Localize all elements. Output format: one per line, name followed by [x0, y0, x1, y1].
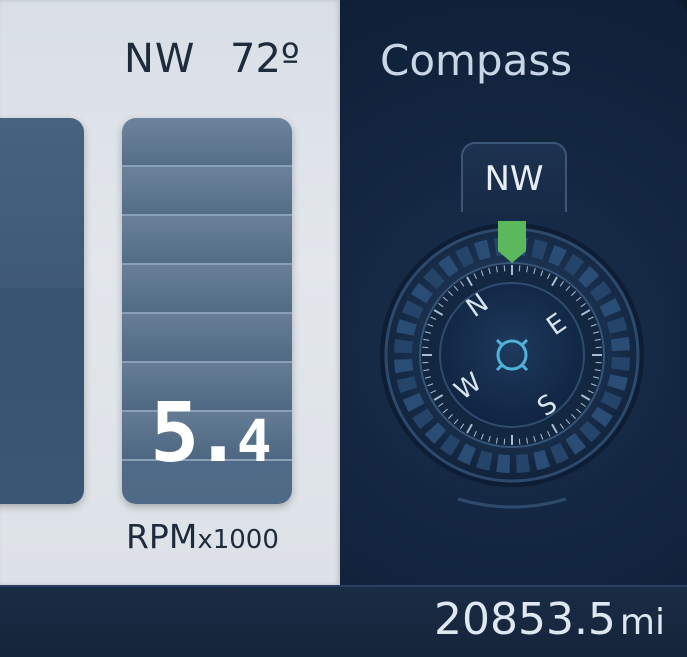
compass-tick — [422, 346, 429, 349]
rpm-value: 5.4 — [150, 393, 272, 475]
dashboard-frame: NW 72º 5.4 RPMx1000 Compass NW N E S W 2… — [0, 0, 687, 657]
heading-display: NW — [461, 142, 567, 212]
level-gauge-fill — [0, 288, 84, 504]
compass-base-arc — [457, 497, 567, 509]
compass-title: Compass — [380, 36, 573, 85]
compass-segment — [611, 356, 630, 371]
header-temperature: 72º — [230, 36, 300, 82]
compass-dial: N E S W — [380, 221, 644, 509]
compass-tick — [503, 265, 506, 272]
compass-tick — [422, 361, 429, 364]
rpm-segment — [122, 314, 292, 363]
compass-center — [439, 282, 585, 428]
odometer: 20853.5 mi — [434, 594, 665, 645]
compass-tick — [595, 346, 602, 349]
compass-tick — [518, 438, 521, 445]
rpm-segment — [122, 216, 292, 265]
rpm-segment — [122, 167, 292, 216]
compass-tick — [595, 361, 602, 364]
header-direction: NW — [124, 36, 196, 82]
compass-tick — [518, 265, 521, 272]
rpm-segment — [122, 265, 292, 314]
odometer-unit: mi — [619, 602, 665, 643]
compass-tick — [503, 438, 506, 445]
compass-segment — [496, 454, 511, 473]
odometer-value: 20853.5 — [433, 594, 616, 645]
level-gauge-empty — [0, 118, 84, 288]
heading-text: NW — [484, 159, 544, 199]
rpm-multiplier: x1000 — [197, 525, 279, 555]
level-gauge-bar — [0, 118, 84, 504]
rpm-value-dec: 4 — [236, 407, 272, 475]
compass-segment — [394, 339, 413, 354]
rpm-label: RPMx1000 — [126, 517, 279, 556]
rpm-value-int: 5. — [150, 386, 243, 481]
rpm-segment — [122, 118, 292, 167]
gauge-panel: NW 72º 5.4 RPMx1000 — [0, 0, 340, 585]
rpm-label-text: RPM — [126, 517, 198, 556]
